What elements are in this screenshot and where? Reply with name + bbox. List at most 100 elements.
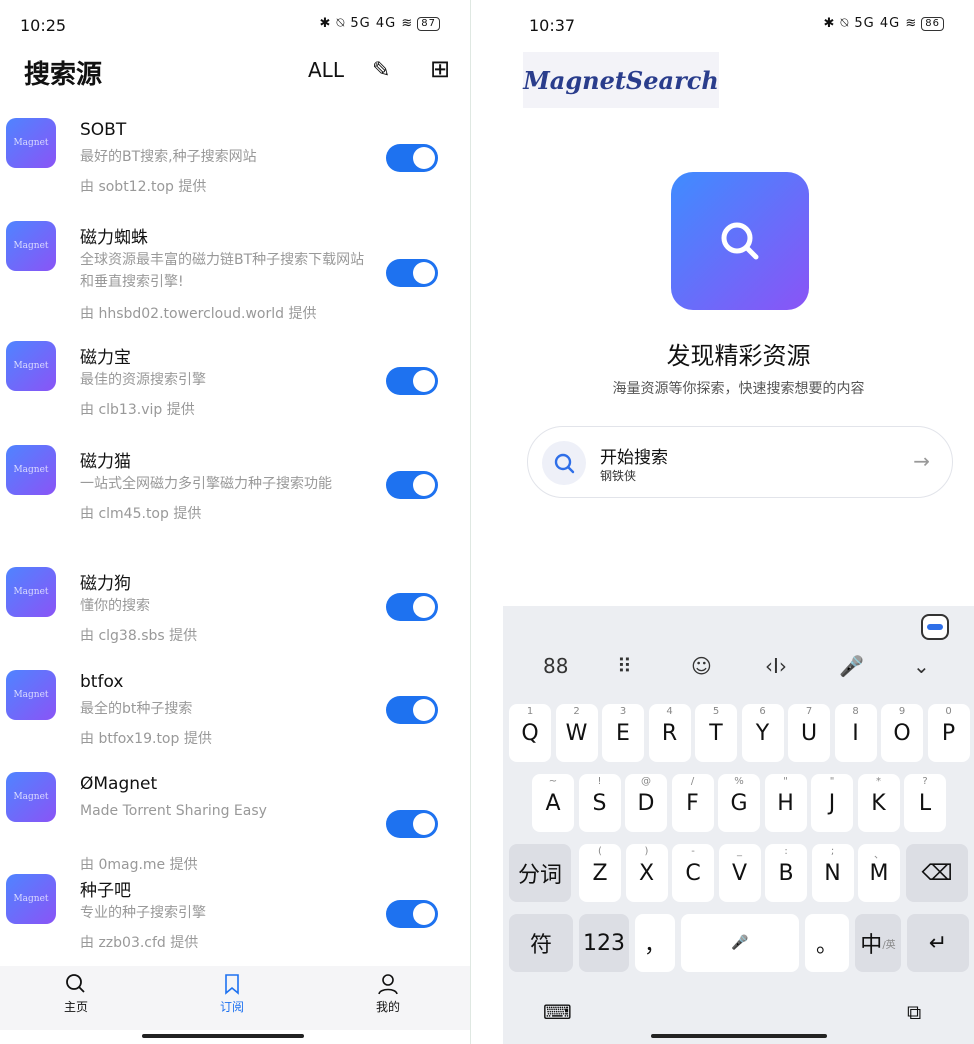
key-l[interactable]: ? L (904, 774, 946, 832)
key-y[interactable]: 6Y (741, 704, 784, 762)
nav-home[interactable]: 主页 (46, 972, 106, 1015)
source-toggle[interactable] (386, 471, 438, 499)
source-toggle[interactable] (386, 810, 438, 838)
source-provider: 由 sobt12.top 提供 (80, 179, 207, 195)
assistant-icon[interactable] (921, 614, 949, 640)
source-toggle[interactable] (386, 144, 438, 172)
key-hint: : (784, 846, 788, 857)
keyboard-toolbar-item[interactable]: ☺ (691, 654, 712, 678)
key-d[interactable]: @ D (625, 774, 667, 832)
source-desc: 懂你的搜索 (80, 598, 150, 614)
source-provider: 由 btfox19.top 提供 (80, 731, 212, 747)
add-icon[interactable]: ⊞ (430, 55, 450, 83)
key-o[interactable]: 9O (881, 704, 923, 762)
status-icons: ✱ ⍉ 5G 4G ≋ 86 (823, 16, 944, 31)
key-hint: ) (644, 846, 649, 857)
comma-key[interactable]: ， (635, 914, 675, 972)
key-label: R (661, 720, 678, 746)
key-w[interactable]: 2W (555, 704, 598, 762)
key-hint: 、 (874, 850, 884, 861)
keyboard-toolbar-item[interactable]: 🎤 (839, 654, 864, 678)
status-bar: 10:37 ✱ ⍉ 5G 4G ≋ 86 (503, 14, 974, 40)
key-p[interactable]: 0P (927, 704, 970, 762)
key-r[interactable]: 4R (648, 704, 691, 762)
key-label: D (637, 790, 655, 816)
key-b[interactable]: :B (765, 844, 807, 902)
nav-profile[interactable]: 我的 (358, 972, 418, 1015)
keyboard: 88 ⠿ ☺ ‹I› 🎤 ⌄ 1 Q 2 W 3 E 4 R 5 T 6 Y 7 U 8 I 9 O 0 P ~ A! S @ D / F% G… (503, 606, 974, 1044)
key-c[interactable]: -C (672, 844, 714, 902)
keyboard-toolbar-item[interactable]: ⠿ (617, 654, 632, 678)
home-indicator (142, 1034, 304, 1038)
key-a[interactable]: ~ A (532, 774, 574, 832)
brand-logo: MagnetSearch (523, 52, 719, 108)
nav-subscribe[interactable]: 订阅 (202, 972, 262, 1015)
key-f[interactable]: / F (671, 774, 714, 832)
source-desc: 最佳的资源搜索引擎 (80, 372, 206, 388)
start-search-button[interactable]: 开始搜索 钢铁侠 → (527, 426, 953, 498)
key-k[interactable]: * K (857, 774, 900, 832)
key-e[interactable]: 3E (602, 704, 644, 762)
key-label: F (686, 790, 699, 816)
key-label: J (828, 790, 836, 816)
right-screen: 10:37 ✱ ⍉ 5G 4G ≋ 86 MagnetSearch 发现精彩资源… (503, 0, 974, 1044)
source-desc: Made Torrent Sharing Easy (80, 803, 267, 819)
space-key[interactable]: 🎤 (681, 914, 799, 972)
key-t[interactable]: 5T (695, 704, 737, 762)
key-g[interactable]: % G (718, 774, 760, 832)
key-hint: / (690, 776, 695, 787)
symbol-key[interactable]: 符 (509, 914, 573, 972)
search-icon (554, 453, 575, 474)
enter-key[interactable]: ↵ (907, 914, 969, 972)
key-hint: 9 (898, 706, 906, 717)
source-toggle[interactable] (386, 696, 438, 724)
search-title: 开始搜索 (600, 448, 668, 468)
split-key[interactable]: 分词 (509, 844, 571, 902)
source-toggle[interactable] (386, 900, 438, 928)
language-key[interactable]: 中/英 (855, 914, 901, 972)
source-name: 磁力宝 (80, 348, 131, 368)
key-label: 🎤 (731, 935, 749, 951)
key-n[interactable]: ; N (811, 844, 854, 902)
source-desc: 全球资源最丰富的磁力链BT种子搜索下载网站和垂直搜索引擎! (80, 252, 365, 290)
key-z[interactable]: (Z (579, 844, 621, 902)
key-j[interactable]: " J (811, 774, 853, 832)
bottom-nav: 主页 订阅 我的 (0, 966, 470, 1030)
key-m[interactable]: 、 M (858, 844, 900, 902)
source-toggle[interactable] (386, 367, 438, 395)
source-logo: Magnet (6, 567, 56, 617)
key-h[interactable]: " H (764, 774, 807, 832)
key-s[interactable]: ! S (578, 774, 621, 832)
source-desc: 一站式全网磁力多引擎磁力种子搜索功能 (80, 476, 332, 492)
key-hint: ; (830, 846, 835, 857)
keyboard-toolbar-item[interactable]: ‹I› (765, 654, 787, 678)
keyboard-toolbar-item[interactable]: ⌄ (913, 654, 930, 678)
key-v[interactable]: _ V (718, 844, 761, 902)
source-logo: Magnet (6, 670, 56, 720)
source-provider: 由 zzb03.cfd 提供 (80, 935, 199, 951)
key-hint: ? (922, 776, 928, 787)
all-button[interactable]: ALL (308, 58, 344, 82)
period-key[interactable]: 。 (805, 914, 849, 972)
number-key[interactable]: 123 (579, 914, 629, 972)
network-icons: ✱ ⍉ 5G 4G ≋ (319, 16, 414, 31)
search-subtitle: 钢铁侠 (600, 469, 637, 483)
battery-icon: 87 (417, 16, 440, 31)
search-icon-wrap (542, 441, 586, 485)
key-q[interactable]: 1Q (509, 704, 551, 762)
hero-subheading: 海量资源等你探索，快速搜索想要的内容 (612, 381, 865, 397)
keyboard-icon[interactable]: ⌨ (543, 1000, 572, 1024)
left-screen: 10:25 ✱ ⍉ 5G 4G ≋ 87 搜索源 ALL ✎ ⊞ Magnet S… (0, 0, 470, 1044)
key-u[interactable]: 7U (788, 704, 830, 762)
battery-icon: 86 (921, 16, 944, 31)
backspace-key[interactable]: ⌫ (906, 844, 968, 902)
edit-icon[interactable]: ✎ (372, 58, 390, 83)
keyboard-toolbar-item[interactable]: 88 (543, 654, 568, 678)
source-toggle[interactable] (386, 593, 438, 621)
key-i[interactable]: 8I (834, 704, 877, 762)
source-toggle[interactable] (386, 259, 438, 287)
status-icons: ✱ ⍉ 5G 4G ≋ 87 (319, 16, 440, 31)
key-label: P (941, 720, 956, 746)
clipboard-icon[interactable]: ⧉ (907, 1000, 921, 1024)
key-x[interactable]: ) X (625, 844, 668, 902)
